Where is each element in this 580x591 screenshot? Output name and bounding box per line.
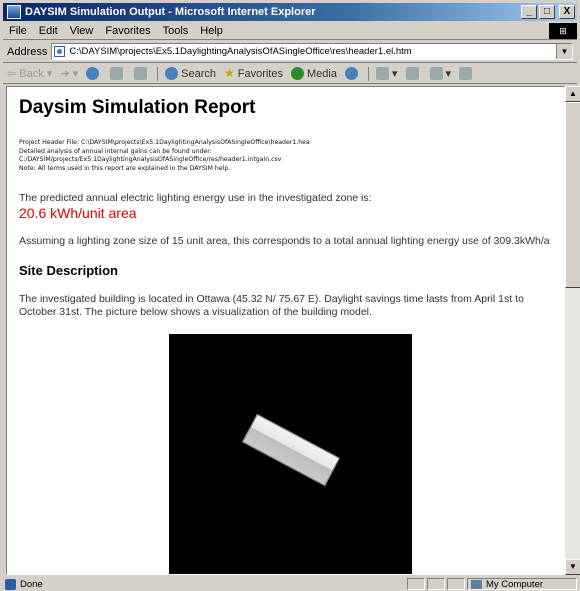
page-done-icon (5, 578, 16, 590)
search-label: Search (181, 67, 216, 80)
toolbar-separator (367, 66, 369, 81)
scroll-up-icon[interactable]: ▲ (565, 86, 580, 102)
meta-gains-intro: Detailed analysis of annual internal gai… (19, 147, 212, 155)
my-computer-icon (471, 579, 482, 589)
building-model (241, 413, 341, 487)
toolbar: ⇦ Back ▾ ➔ ▾ Search ★ Favorites Media ▾ ▾ (3, 64, 577, 84)
scroll-down-icon[interactable]: ▼ (565, 559, 580, 575)
meta-header-file: Project Header File: C:\DAYSIM\projects\… (19, 139, 310, 146)
history-icon (344, 67, 358, 80)
menu-view[interactable]: View (64, 25, 100, 37)
menu-file[interactable]: File (3, 25, 33, 37)
media-button[interactable]: Media (287, 67, 341, 80)
search-button[interactable]: Search (161, 67, 220, 80)
minimize-button[interactable]: _ (521, 5, 537, 19)
address-url: C:\DAYSIM\projects\Ex5.1DaylightingAnaly… (69, 46, 412, 57)
forward-button[interactable]: ➔ ▾ (56, 67, 82, 80)
status-pane (407, 578, 425, 590)
security-zone: My Computer (467, 578, 577, 590)
address-input[interactable]: C:\DAYSIM\projects\Ex5.1DaylightingAnaly… (51, 43, 573, 60)
media-icon (291, 67, 304, 80)
site-line-2: October 31st. The picture below shows a … (19, 306, 372, 318)
media-label: Media (307, 67, 337, 80)
site-heading: Site Description (19, 263, 118, 278)
stop-icon (86, 67, 100, 80)
discuss-icon (459, 67, 473, 80)
print-button[interactable] (402, 67, 426, 80)
vertical-scrollbar[interactable]: ▲ ▼ (565, 86, 580, 575)
stop-button[interactable] (82, 67, 106, 80)
meta-note: Note: All terms used in this report are … (19, 164, 231, 172)
zone-label: My Computer (486, 578, 544, 590)
energy-value: 20.6 kWh/unit area (19, 205, 137, 221)
history-button[interactable] (341, 67, 365, 80)
favorites-button[interactable]: ★ Favorites (220, 67, 287, 80)
menu-edit[interactable]: Edit (33, 25, 64, 37)
browser-window: DAYSIM Simulation Output - Microsoft Int… (0, 0, 580, 591)
page-content: Daysim Simulation Report Project Header … (6, 86, 565, 575)
windows-logo-icon: ⊞ (549, 22, 577, 39)
back-button[interactable]: ⇦ Back ▾ (3, 67, 56, 81)
address-label: Address (7, 45, 48, 58)
meta-gains-path: C:/DAYSIM/projects/Ex5.1DaylightingAnaly… (19, 156, 282, 163)
mail-button[interactable]: ▾ (372, 67, 402, 80)
address-dropdown-icon[interactable]: ▼ (556, 44, 572, 59)
title-bar[interactable]: DAYSIM Simulation Output - Microsoft Int… (3, 3, 577, 21)
refresh-icon (110, 67, 124, 80)
toolbar-separator (157, 66, 159, 81)
mail-icon (375, 67, 389, 80)
status-text: Done (20, 578, 43, 590)
discuss-button[interactable] (455, 67, 479, 80)
window-title: DAYSIM Simulation Output - Microsoft Int… (25, 6, 316, 18)
close-button[interactable]: X (559, 5, 575, 19)
scroll-thumb[interactable] (565, 102, 580, 288)
home-icon (134, 67, 148, 80)
edit-button[interactable]: ▾ (426, 67, 456, 80)
page-title: Daysim Simulation Report (19, 97, 256, 118)
status-text-area: Done (3, 578, 407, 590)
status-bar: Done My Computer (3, 577, 577, 591)
refresh-button[interactable] (106, 67, 130, 80)
project-meta: Project Header File: C:\DAYSIM\projects\… (19, 139, 310, 173)
edit-icon (429, 67, 443, 80)
back-label: Back (19, 67, 44, 80)
energy-intro: The predicted annual electric lighting e… (19, 192, 372, 204)
page-icon (54, 46, 66, 57)
status-pane (427, 578, 445, 590)
site-line-1: The investigated building is located in … (19, 293, 524, 305)
menu-tools[interactable]: Tools (157, 25, 195, 37)
favorites-star-icon: ★ (223, 66, 235, 80)
address-bar: Address C:\DAYSIM\projects\Ex5.1Daylight… (3, 41, 577, 63)
back-arrow-icon: ⇦ (7, 68, 20, 80)
building-model-image (169, 334, 412, 574)
menu-bar: File Edit View Favorites Tools Help ⊞ (3, 22, 577, 40)
menu-help[interactable]: Help (194, 25, 229, 37)
home-button[interactable] (130, 67, 154, 80)
menu-favorites[interactable]: Favorites (99, 25, 156, 37)
forward-arrow-icon: ➔ (60, 68, 70, 80)
maximize-button[interactable]: □ (539, 5, 555, 19)
ie-icon (7, 5, 21, 19)
status-pane (447, 578, 465, 590)
favorites-label: Favorites (237, 67, 283, 80)
print-icon (405, 67, 419, 80)
zone-sentence: Assuming a lighting zone size of 15 unit… (19, 235, 550, 247)
search-icon (165, 67, 179, 80)
